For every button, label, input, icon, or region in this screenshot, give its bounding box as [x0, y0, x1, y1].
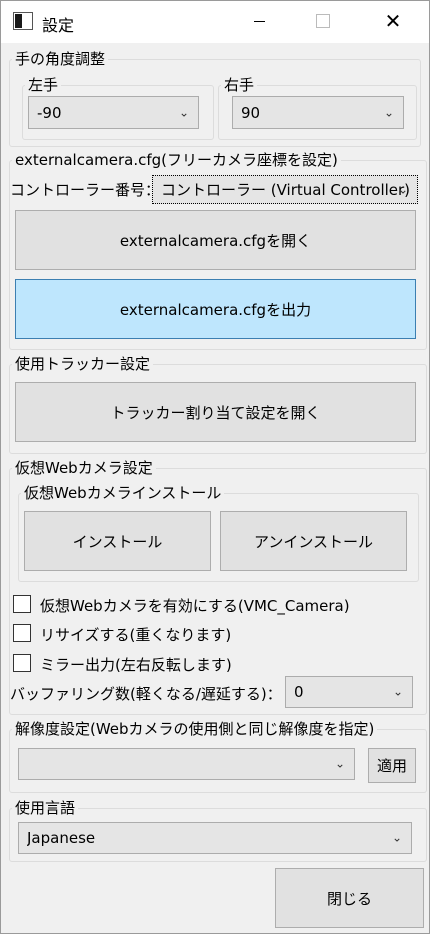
buffering-label: バッファリング数(軽くなる/遅延する)： — [10, 685, 282, 703]
chevron-down-icon: ⌄ — [392, 684, 403, 699]
uninstall-button[interactable]: アンインストール — [220, 511, 407, 571]
left-hand-angle-select[interactable]: -90 ⌄ — [28, 96, 199, 129]
chevron-down-icon: ⌄ — [383, 104, 394, 119]
controller-number-label: コントローラー番号： — [10, 181, 161, 199]
maximize-button[interactable] — [300, 1, 346, 41]
chevron-down-icon: ⌄ — [178, 104, 189, 119]
minimize-button[interactable] — [236, 1, 282, 41]
enable-webcam-label: 仮想Webカメラを有効にする(VMC_Camera) — [40, 597, 350, 615]
tracker-group-title: 使用トラッカー設定 — [15, 355, 151, 373]
language-value: Japanese — [27, 829, 96, 847]
install-button[interactable]: インストール — [24, 511, 211, 571]
chevron-down-icon: ⌄ — [391, 830, 402, 845]
open-tracker-assignment-button[interactable]: トラッカー割り当て設定を開く — [15, 382, 416, 442]
close-icon: ✕ — [384, 9, 402, 33]
apply-resolution-button[interactable]: 適用 — [368, 748, 416, 783]
close-window-button[interactable]: ✕ — [370, 1, 416, 41]
right-hand-angle-value: 90 — [241, 103, 261, 122]
language-select[interactable]: Japanese ⌄ — [18, 822, 412, 854]
resolution-group-title: 解像度設定(Webカメラの使用側と同じ解像度を指定) — [15, 720, 375, 738]
external-camera-group-title: externalcamera.cfg(フリーカメラ座標を設定) — [15, 151, 338, 169]
export-externalcamera-button[interactable]: externalcamera.cfgを出力 — [15, 279, 416, 339]
hand-angle-group-title: 手の角度調整 — [15, 50, 106, 68]
right-hand-angle-select[interactable]: 90 ⌄ — [232, 96, 404, 129]
resolution-select[interactable]: ⌄ — [18, 748, 355, 780]
chevron-down-icon: ⌄ — [397, 181, 408, 196]
app-window-icon — [13, 12, 33, 30]
left-hand-label: 左手 — [28, 76, 59, 94]
resize-label: リサイズする(重くなります) — [40, 626, 232, 644]
buffering-value: 0 — [294, 683, 304, 701]
webcam-install-group-title: 仮想Webカメラインストール — [24, 484, 222, 502]
webcam-group-title: 仮想Webカメラ設定 — [15, 459, 153, 477]
enable-webcam-checkbox[interactable] — [13, 595, 31, 613]
mirror-label: ミラー出力(左右反転します) — [40, 656, 232, 674]
controller-select-value: コントローラー (Virtual Controller) — [161, 181, 411, 199]
maximize-icon — [316, 14, 330, 28]
minimize-icon — [253, 20, 265, 22]
resize-checkbox[interactable] — [13, 624, 31, 642]
left-hand-angle-value: -90 — [37, 103, 62, 122]
open-externalcamera-button[interactable]: externalcamera.cfgを開く — [15, 210, 416, 270]
language-group-title: 使用言語 — [15, 799, 76, 817]
right-hand-label: 右手 — [224, 76, 255, 94]
controller-select[interactable]: コントローラー (Virtual Controller) ⌄ — [152, 175, 418, 204]
close-button[interactable]: 閉じる — [275, 868, 424, 928]
buffering-select[interactable]: 0 ⌄ — [285, 676, 413, 708]
mirror-checkbox[interactable] — [13, 654, 31, 672]
chevron-down-icon: ⌄ — [334, 756, 345, 771]
window-title: 設定 — [42, 16, 75, 35]
